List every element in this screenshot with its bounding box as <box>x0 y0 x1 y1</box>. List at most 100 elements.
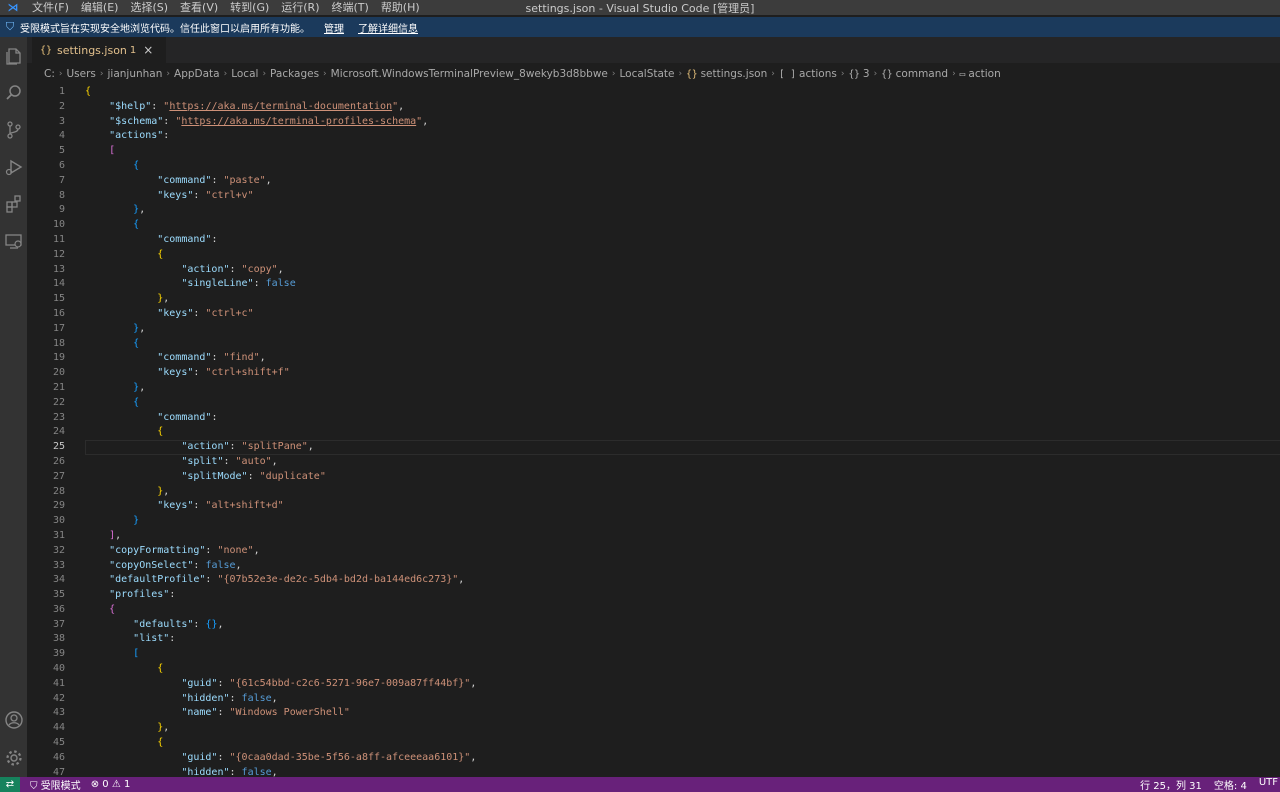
code-line[interactable]: "name": "Windows PowerShell" <box>85 706 1280 721</box>
code-line[interactable]: { <box>85 159 1280 174</box>
breadcrumb-item[interactable]: jianjunhan <box>108 68 163 80</box>
code-line[interactable]: "guid": "{61c54bbd-c2c6-5271-96e7-009a87… <box>85 677 1280 692</box>
code-line[interactable]: [ <box>85 647 1280 662</box>
code-line[interactable]: { <box>85 603 1280 618</box>
code-area[interactable]: { "$help": "https://aka.ms/terminal-docu… <box>85 85 1280 777</box>
code-line[interactable]: }, <box>85 721 1280 736</box>
breadcrumb-symbol[interactable]: command <box>896 68 948 80</box>
code-line[interactable]: "command": "paste", <box>85 174 1280 189</box>
run-debug-icon[interactable] <box>0 151 27 183</box>
menu-terminal[interactable]: 终端(T) <box>326 0 375 15</box>
line-number: 5 <box>58 145 65 157</box>
chevron-right-icon: › <box>678 69 683 79</box>
code-line[interactable]: [ <box>85 144 1280 159</box>
menu-edit[interactable]: 编辑(E) <box>75 0 125 15</box>
breadcrumb-item[interactable]: LocalState <box>619 68 674 80</box>
code-line[interactable]: "actions": <box>85 129 1280 144</box>
breadcrumb-item[interactable]: C: <box>44 68 55 80</box>
code-line[interactable]: "guid": "{0caa0dad-35be-5f56-a8ff-afceee… <box>85 751 1280 766</box>
code-line[interactable]: "action": "copy", <box>85 263 1280 278</box>
breadcrumb-item[interactable]: AppData <box>174 68 220 80</box>
code-line[interactable]: ], <box>85 529 1280 544</box>
code-line[interactable]: "$schema": "https://aka.ms/terminal-prof… <box>85 115 1280 130</box>
code-line[interactable]: }, <box>85 203 1280 218</box>
code-line[interactable]: "action": "splitPane", <box>85 440 1280 455</box>
code-line[interactable]: "hidden": false, <box>85 766 1280 777</box>
code-line[interactable]: "profiles": <box>85 588 1280 603</box>
code-line[interactable]: }, <box>85 485 1280 500</box>
remote-icon[interactable]: ⇄ <box>0 777 20 792</box>
code-line[interactable]: "singleLine": false <box>85 277 1280 292</box>
chevron-right-icon: › <box>840 69 845 79</box>
indentation-status[interactable]: 空格: 4 <box>1214 777 1247 792</box>
line-number: 19 <box>52 352 65 364</box>
search-icon[interactable] <box>0 77 27 109</box>
code-line[interactable]: } <box>85 514 1280 529</box>
code-line[interactable]: { <box>85 736 1280 751</box>
problems-status[interactable]: ⊗ 0 ⚠ 1 <box>91 779 131 790</box>
menu-go[interactable]: 转到(G) <box>224 0 275 15</box>
breadcrumb-item[interactable]: Users <box>66 68 95 80</box>
menu-selection[interactable]: 选择(S) <box>124 0 174 15</box>
code-line[interactable]: "hidden": false, <box>85 692 1280 707</box>
line-number: 44 <box>52 722 65 734</box>
code-line[interactable]: "command": "find", <box>85 351 1280 366</box>
code-line[interactable]: { <box>85 337 1280 352</box>
code-line[interactable]: }, <box>85 322 1280 337</box>
menu-help[interactable]: 帮助(H) <box>375 0 426 15</box>
code-line[interactable]: "keys": "ctrl+shift+f" <box>85 366 1280 381</box>
code-line[interactable]: }, <box>85 381 1280 396</box>
code-line[interactable]: "$help": "https://aka.ms/terminal-docume… <box>85 100 1280 115</box>
code-line[interactable]: { <box>85 248 1280 263</box>
code-line[interactable]: { <box>85 425 1280 440</box>
menu-file[interactable]: 文件(F) <box>26 0 75 15</box>
menu-run[interactable]: 运行(R) <box>275 0 325 15</box>
code-line[interactable]: "command": <box>85 233 1280 248</box>
line-number: 8 <box>58 189 65 201</box>
line-number-gutter: 1 2 3 4 5 6 7 8 9 10 11 12 13 14 15 16 17 18 19 20 21 22 23 24 2… <box>27 85 65 777</box>
code-line[interactable]: "copyFormatting": "none", <box>85 544 1280 559</box>
restricted-mode-label: 受限模式 <box>40 781 81 792</box>
remote-explorer-icon[interactable] <box>0 225 27 257</box>
source-control-icon[interactable] <box>0 114 27 146</box>
manage-link[interactable]: 管理 <box>324 20 344 35</box>
line-number: 13 <box>52 263 65 275</box>
code-line[interactable]: "splitMode": "duplicate" <box>85 470 1280 485</box>
code-line[interactable]: { <box>85 218 1280 233</box>
code-line[interactable]: "defaultProfile": "{07b52e3e-de2c-5db4-b… <box>85 573 1280 588</box>
code-line[interactable]: "keys": "alt+shift+d" <box>85 499 1280 514</box>
explorer-icon[interactable] <box>0 40 27 72</box>
string-property-icon: ▭ <box>959 68 966 80</box>
tab-settings-json[interactable]: {} settings.json 1 × <box>32 37 166 63</box>
breadcrumb-item[interactable]: Local <box>231 68 258 80</box>
code-line[interactable]: "list": <box>85 632 1280 647</box>
settings-gear-icon[interactable] <box>0 742 27 774</box>
shield-icon: ⛉ <box>5 20 15 33</box>
code-line[interactable]: "keys": "ctrl+c" <box>85 307 1280 322</box>
breadcrumb-symbol[interactable]: action <box>968 68 1000 80</box>
close-icon[interactable]: × <box>143 43 153 57</box>
code-line[interactable]: { <box>85 662 1280 677</box>
account-icon[interactable] <box>0 704 27 736</box>
breadcrumb-file[interactable]: settings.json <box>701 68 768 80</box>
menu-view[interactable]: 查看(V) <box>174 0 224 15</box>
code-line[interactable]: { <box>85 85 1280 100</box>
breadcrumb-symbol[interactable]: actions <box>799 68 837 80</box>
encoding-status[interactable]: UTF <box>1259 777 1278 792</box>
breadcrumb-item[interactable]: Microsoft.WindowsTerminalPreview_8wekyb3… <box>331 68 608 80</box>
extensions-icon[interactable] <box>0 188 27 220</box>
warning-count: 1 <box>123 779 131 790</box>
restricted-mode-status[interactable]: ⛉ 受限模式 <box>30 777 81 792</box>
code-editor[interactable]: 1 2 3 4 5 6 7 8 9 10 11 12 13 14 15 16 17 18 19 20 21 22 23 24 2… <box>27 85 1280 777</box>
code-line[interactable]: "copyOnSelect": false, <box>85 559 1280 574</box>
cursor-position[interactable]: 行 25，列 31 <box>1140 777 1202 792</box>
code-line[interactable]: { <box>85 396 1280 411</box>
code-line[interactable]: "split": "auto", <box>85 455 1280 470</box>
code-line[interactable]: "defaults": {}, <box>85 618 1280 633</box>
code-line[interactable]: "keys": "ctrl+v" <box>85 189 1280 204</box>
breadcrumb-symbol[interactable]: 3 <box>863 68 870 80</box>
breadcrumb-item[interactable]: Packages <box>270 68 319 80</box>
code-line[interactable]: "command": <box>85 411 1280 426</box>
code-line[interactable]: }, <box>85 292 1280 307</box>
learn-more-link[interactable]: 了解详细信息 <box>358 20 418 35</box>
